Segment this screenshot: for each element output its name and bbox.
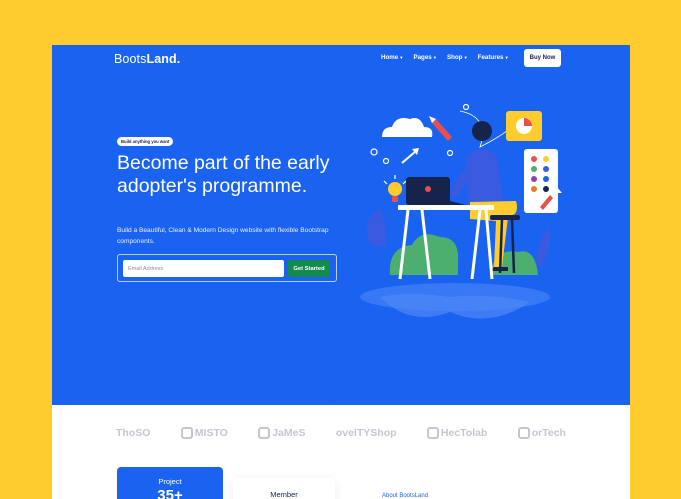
get-started-button[interactable]: Get Started [288,260,330,277]
logo-text: MISTO [194,427,228,439]
menu-item-features[interactable]: Features ▾ [478,54,508,61]
partner-logo: MISTO [180,427,228,439]
email-field[interactable] [123,260,284,277]
logo-text: HecTolab [440,427,488,439]
menu-item-home[interactable]: Home ▾ [381,54,402,61]
hortech-logo-icon [517,427,530,439]
hectolab-logo-icon [426,427,439,439]
hero-illustration [360,103,562,319]
project-stat-value: 35+ [157,487,183,499]
chevron-down-icon: ▾ [505,54,508,60]
about-link[interactable]: About BootsLand [382,493,428,499]
brand-name-bold: Land. [146,52,181,66]
buy-now-button[interactable]: Buy Now [524,49,561,67]
main-menu: Home ▾ Pages ▾ Shop ▾ Features ▾ [381,54,508,61]
menu-item-label: Shop [446,54,463,61]
signup-form: Get Started [117,254,337,282]
logo-text: ovelTYShop [335,427,397,439]
menu-item-label: Home [381,54,399,61]
partner-logo: ThoSO [116,427,150,439]
hero-headline: Become part of the early adopter's progr… [117,152,330,197]
hero-section: BootsLand. Home ▾ Pages ▾ Shop ▾ Features ▾ … [52,45,630,405]
menu-item-label: Features [477,54,504,61]
chevron-down-icon: ▾ [464,54,467,60]
chevron-down-icon: ▾ [400,54,403,60]
misto-logo-icon [180,427,193,439]
brand-logo[interactable]: BootsLand. [114,52,180,66]
menu-item-label: Pages [413,54,432,61]
member-stat-card: Member [233,478,335,499]
james-logo-icon [258,427,271,439]
member-stat-title: Member [270,490,298,499]
logo-text: JaMeS [272,427,306,439]
partner-logo: JaMeS [258,427,305,439]
logo-text: ThoSO [116,427,151,439]
partner-logo: orTech [517,427,566,439]
partner-logo: ovelTYShop [336,427,397,439]
navbar: BootsLand. Home ▾ Pages ▾ Shop ▾ Features ▾ … [52,45,630,75]
logo-text: orTech [531,427,566,439]
hero-subtext: Build a Beautiful, Clean & Modern Design… [117,227,329,245]
menu-item-shop[interactable]: Shop ▾ [447,54,467,61]
chevron-down-icon: ▾ [433,54,436,60]
partner-logos: ThoSO MISTO JaMeS ovelTYShop HecTolab or… [116,421,566,445]
hero-badge: Build anything you want [117,137,174,146]
menu-item-pages[interactable]: Pages ▾ [413,54,436,61]
website-preview: BootsLand. Home ▾ Pages ▾ Shop ▾ Features ▾ … [52,45,630,499]
project-stat-card: Project 35+ [117,467,223,499]
brand-name-light: Boots [114,52,147,66]
partner-logo: HecTolab [426,427,488,439]
project-stat-title: Project [158,477,182,486]
